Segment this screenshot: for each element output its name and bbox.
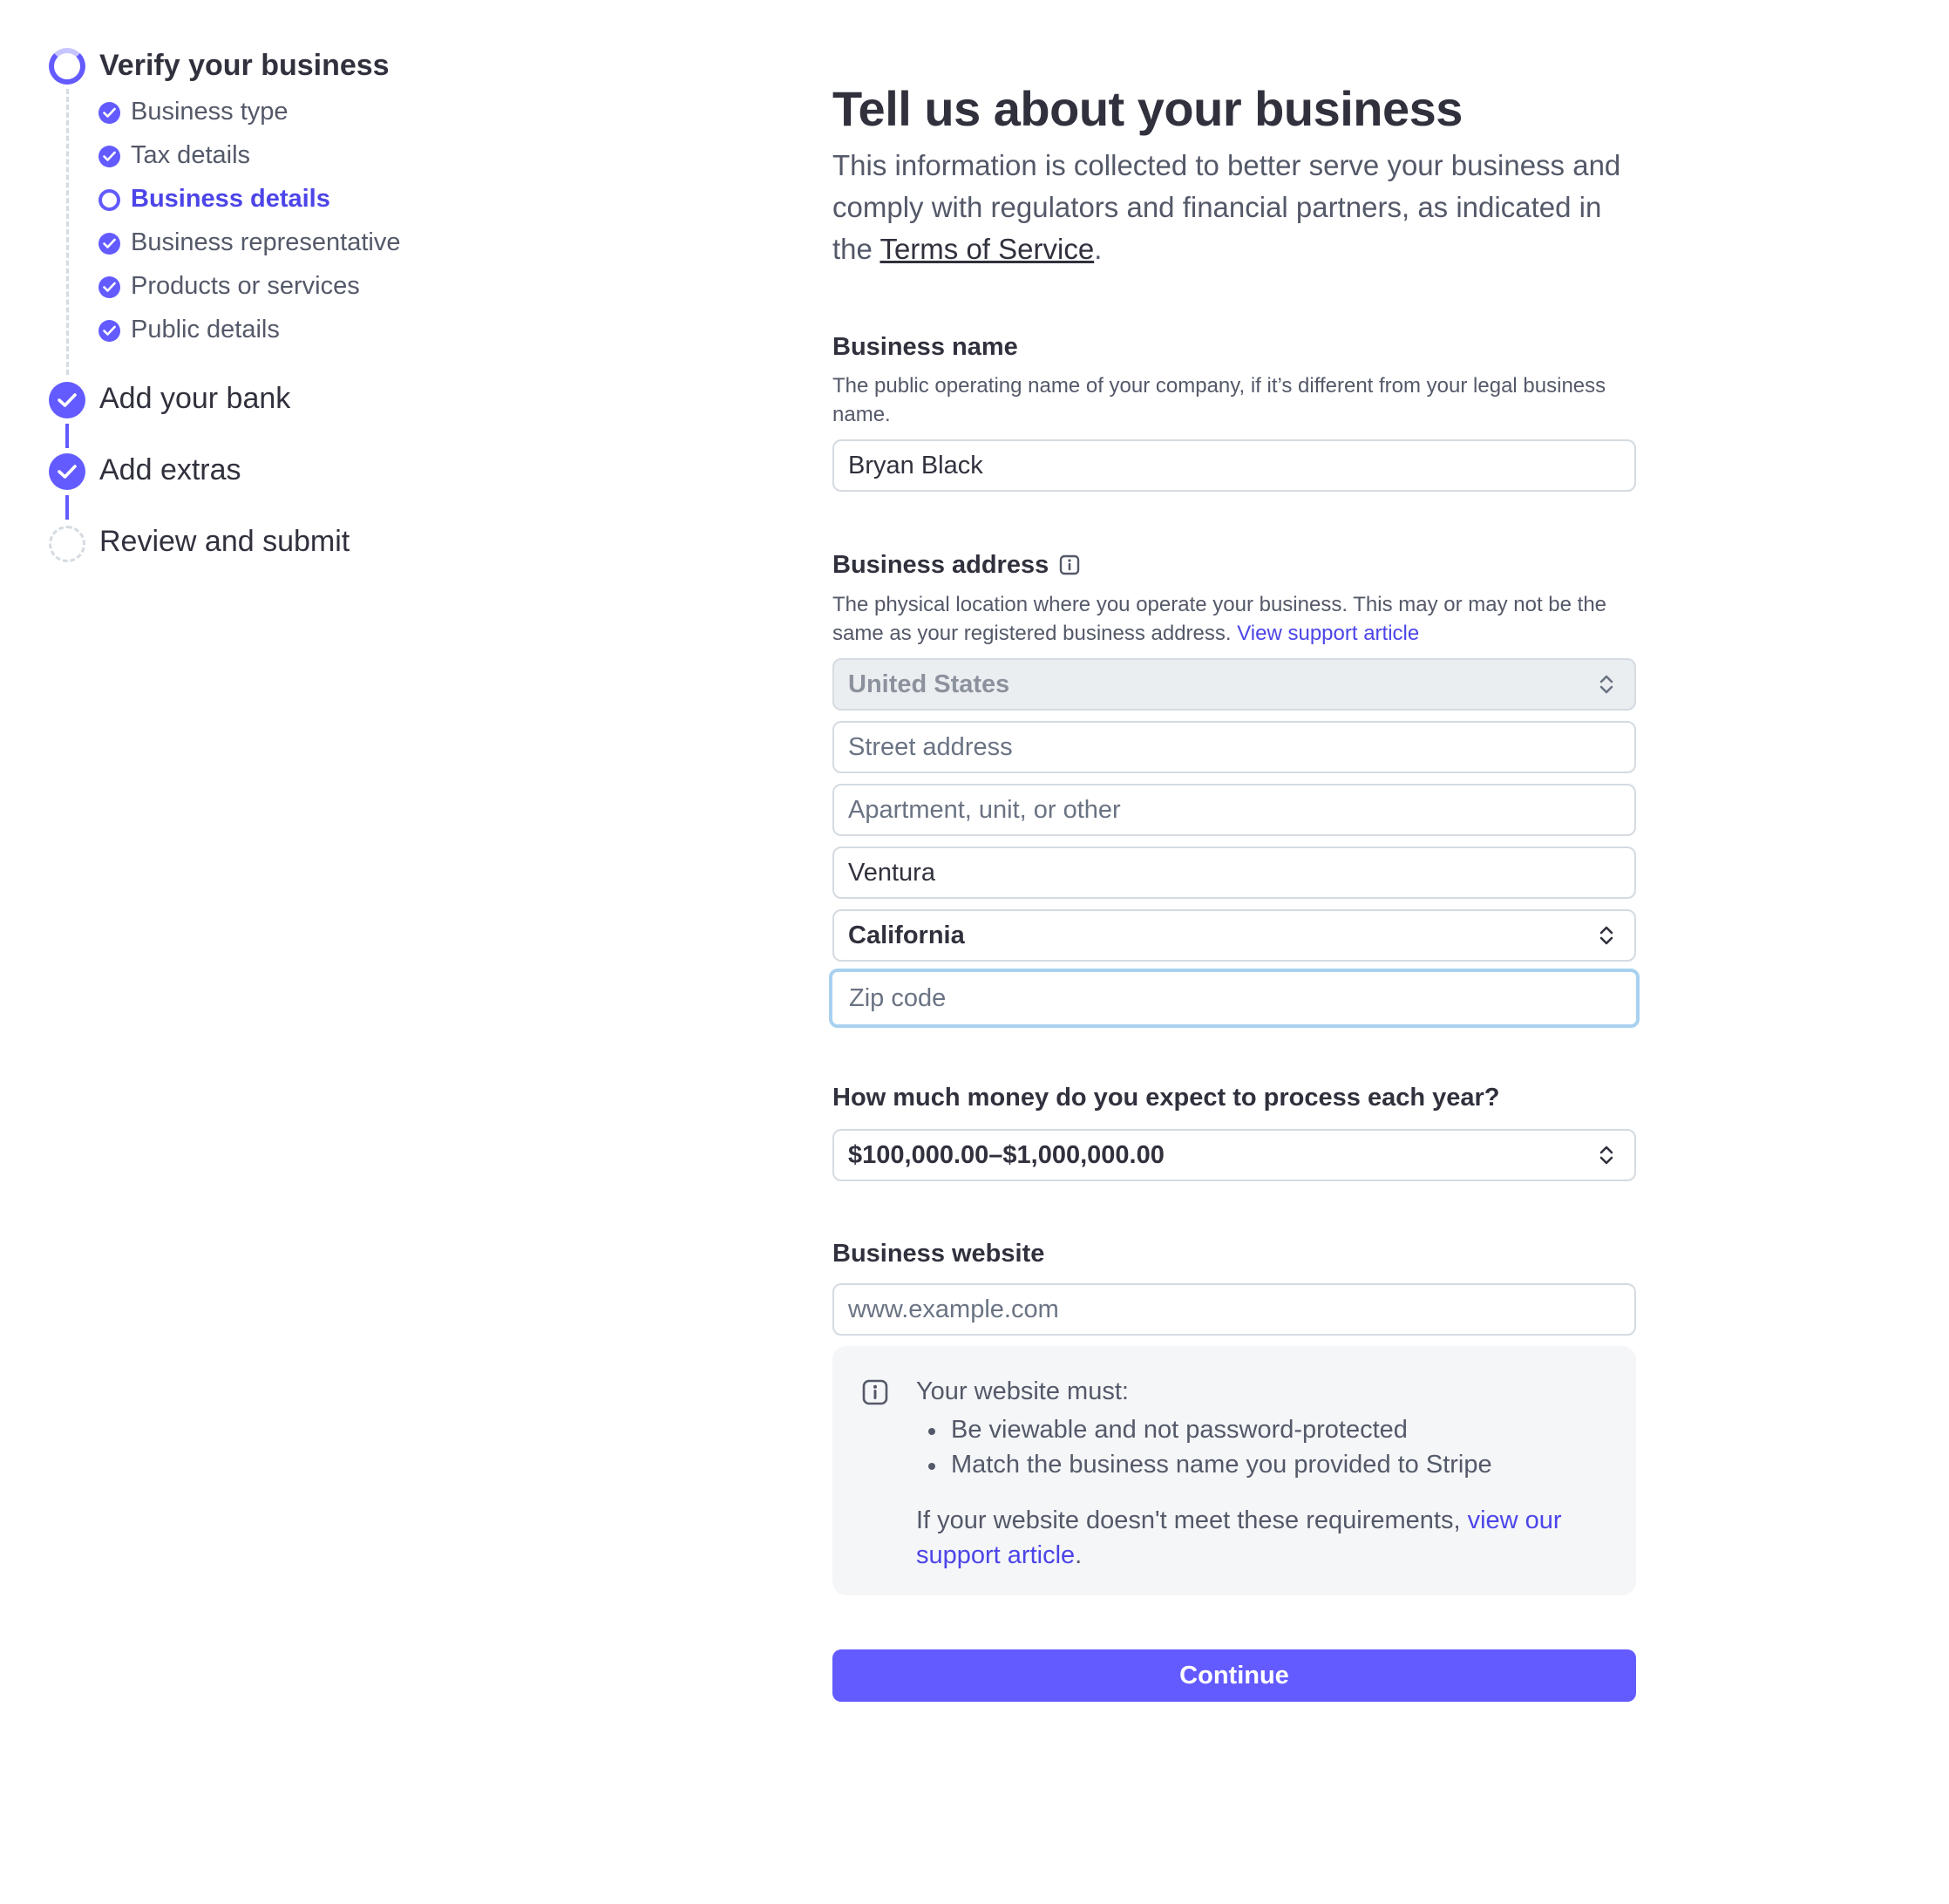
check-circle-icon — [98, 320, 120, 342]
check-circle-icon — [98, 276, 120, 298]
substep-products-or-services[interactable]: Products or services — [131, 272, 360, 301]
step-review-submit[interactable]: Review and submit — [99, 525, 350, 559]
website-requirements-notice: Your website must: Be viewable and not p… — [832, 1346, 1636, 1595]
info-icon[interactable] — [1059, 554, 1080, 582]
state-select-value: California — [848, 921, 965, 949]
check-circle-icon — [98, 146, 120, 167]
subtitle-period: . — [1094, 233, 1103, 265]
list-item: Match the business name you provided to … — [928, 1447, 1492, 1482]
check-circle-icon — [98, 102, 120, 124]
business-address-label: Business address — [832, 551, 1080, 582]
processing-volume-value: $100,000.00–$1,000,000.00 — [848, 1140, 1165, 1169]
step-connector-line — [65, 495, 69, 520]
progress-ring-icon — [49, 48, 85, 85]
check-circle-icon — [49, 453, 85, 490]
substep-business-type[interactable]: Business type — [131, 98, 289, 126]
business-address-help: The physical location where you operate … — [832, 590, 1639, 648]
continue-button[interactable]: Continue — [832, 1649, 1636, 1702]
requirements-list: Be viewable and not password-protected M… — [928, 1412, 1492, 1482]
onboarding-stepper: Verify your business Business type Tax d… — [0, 0, 610, 610]
page-subtitle: This information is collected to better … — [832, 145, 1639, 270]
terms-of-service-link[interactable]: Terms of Service — [879, 233, 1094, 265]
substep-connector-line — [66, 89, 69, 375]
requirements-footer-period: . — [1075, 1541, 1083, 1569]
business-address-help-text: The physical location where you operate … — [832, 593, 1607, 645]
processing-volume-label: How much money do you expect to process … — [832, 1084, 1500, 1112]
apartment-input[interactable]: Apartment, unit, or other — [832, 784, 1636, 836]
business-name-label: Business name — [832, 333, 1018, 361]
step-verify-business[interactable]: Verify your business — [99, 49, 390, 83]
chevron-up-down-icon — [1599, 926, 1613, 945]
substep-business-representative[interactable]: Business representative — [131, 228, 401, 257]
info-icon — [862, 1379, 888, 1410]
business-address-label-text: Business address — [832, 551, 1049, 579]
check-circle-icon — [49, 382, 85, 418]
list-item: Be viewable and not password-protected — [928, 1412, 1492, 1447]
business-name-input[interactable]: Bryan Black — [832, 439, 1636, 492]
country-select-value: United States — [848, 670, 1010, 698]
requirements-footer-text: If your website doesn't meet these requi… — [916, 1506, 1468, 1534]
view-support-article-link[interactable]: View support article — [1237, 622, 1419, 645]
requirements-title: Your website must: — [916, 1377, 1129, 1405]
step-connector-line — [65, 424, 69, 448]
check-circle-icon — [98, 233, 120, 255]
chevron-up-down-icon — [1599, 1146, 1613, 1165]
requirements-footer: If your website doesn't meet these requi… — [916, 1503, 1613, 1573]
step-add-bank[interactable]: Add your bank — [99, 382, 290, 416]
substep-business-details[interactable]: Business details — [131, 185, 330, 214]
page-title: Tell us about your business — [832, 81, 1463, 136]
street-address-input[interactable]: Street address — [832, 721, 1636, 773]
dashed-circle-icon — [49, 526, 85, 562]
empty-circle-icon — [98, 189, 120, 211]
substep-public-details[interactable]: Public details — [131, 316, 280, 344]
business-name-help: The public operating name of your compan… — [832, 374, 1606, 426]
processing-volume-select[interactable]: $100,000.00–$1,000,000.00 — [832, 1129, 1636, 1181]
city-input[interactable]: Ventura — [832, 847, 1636, 899]
substep-tax-details[interactable]: Tax details — [131, 141, 250, 170]
step-add-extras[interactable]: Add extras — [99, 453, 241, 487]
business-website-input[interactable]: www.example.com — [832, 1283, 1636, 1336]
zip-code-input[interactable]: Zip code — [829, 969, 1640, 1028]
chevron-up-down-icon — [1599, 675, 1613, 694]
business-website-label: Business website — [832, 1240, 1045, 1268]
country-select[interactable]: United States — [832, 658, 1636, 711]
state-select[interactable]: California — [832, 909, 1636, 962]
